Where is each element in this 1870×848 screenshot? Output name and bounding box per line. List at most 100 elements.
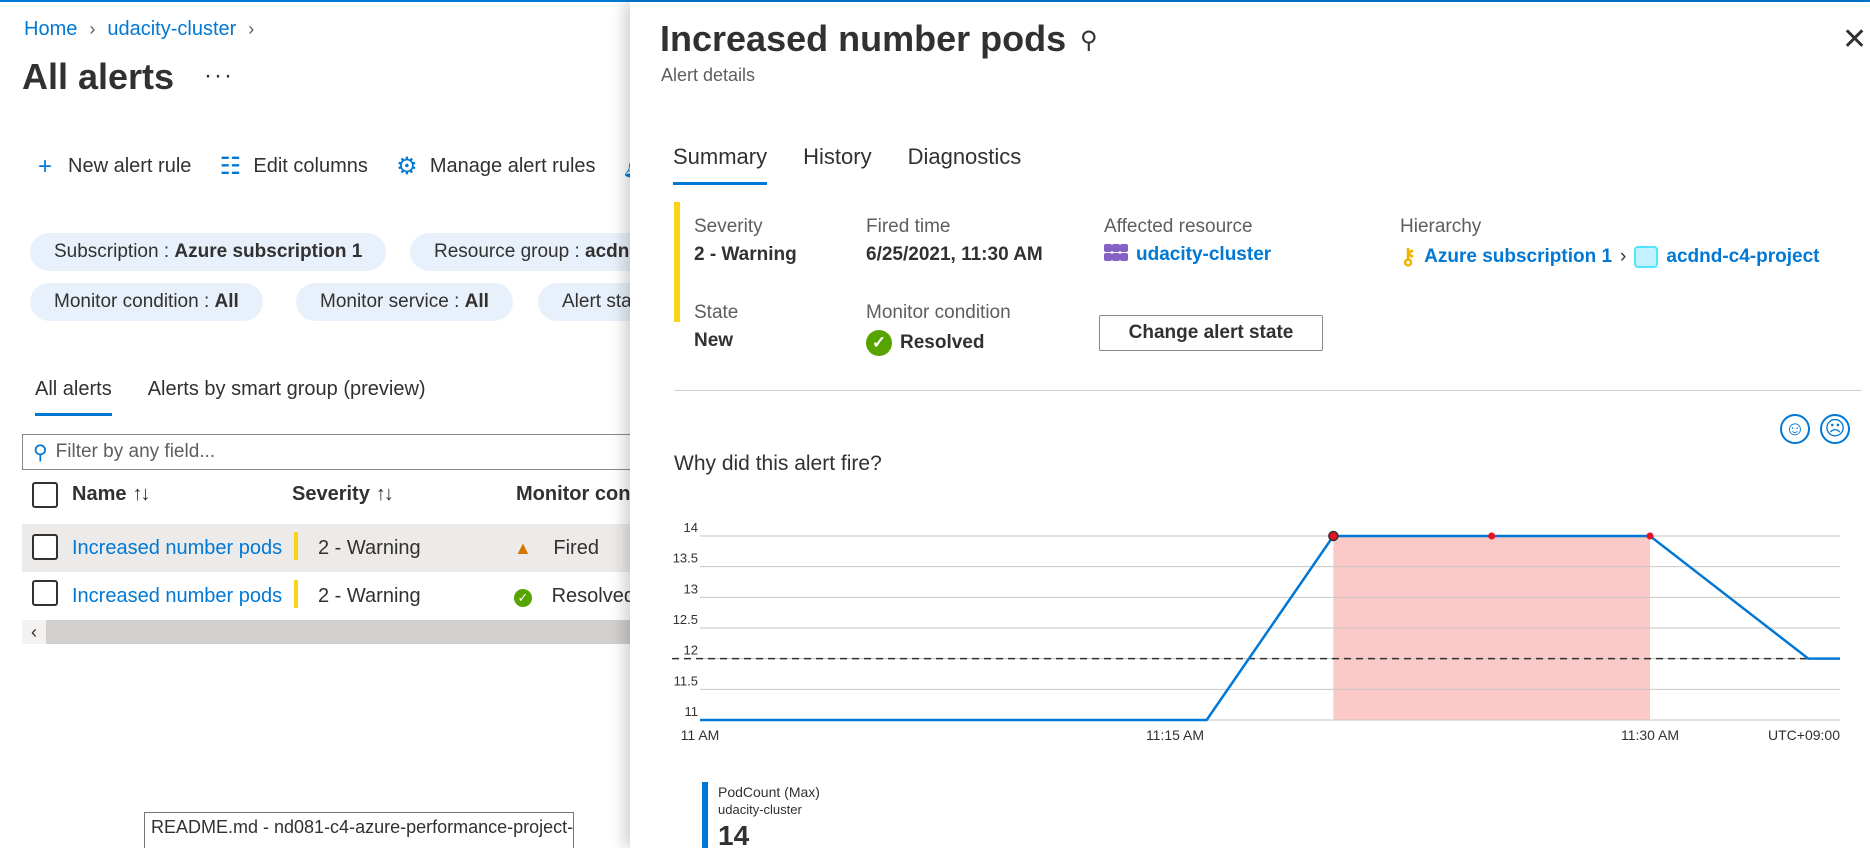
- table-header: Name ↑↓ Severity ↑↓ Monitor condition: [32, 480, 685, 512]
- chevron-right-icon: ›: [248, 19, 255, 39]
- row-checkbox[interactable]: [32, 534, 58, 560]
- monitor-condition-label: Monitor condition: [866, 302, 1011, 323]
- alerts-view-tabs: All alerts Alerts by smart group (previe…: [35, 378, 426, 416]
- timezone-label: UTC+09:00: [1768, 727, 1840, 743]
- hierarchy-path: ⚷ Azure subscription 1 › acdnd-c4-projec…: [1400, 244, 1819, 270]
- monitor-condition-filter-label: Monitor condition :: [54, 291, 215, 312]
- severity-text: 2 - Warning: [318, 537, 421, 559]
- column-header-severity[interactable]: Severity ↑↓: [292, 483, 394, 506]
- fired-time-label: Fired time: [866, 216, 951, 237]
- subscription-filter-pill[interactable]: Subscription : Azure subscription 1: [30, 233, 387, 271]
- breach-point: [1328, 530, 1339, 542]
- section-divider: [674, 390, 1862, 391]
- kubernetes-cluster-icon: [1104, 244, 1128, 266]
- subscription-filter-value: Azure subscription 1: [174, 241, 363, 262]
- x-tick-label: 11:15 AM: [1146, 727, 1204, 743]
- table-row[interactable]: Increased number pods 2 - Warning ✓ Reso…: [22, 572, 662, 620]
- severity-accent-bar: [674, 202, 680, 322]
- row-checkbox[interactable]: [32, 580, 58, 606]
- legend-current-value: 14: [718, 820, 750, 848]
- breadcrumb-home[interactable]: Home: [24, 18, 77, 41]
- hierarchy-resource-group-link[interactable]: acdnd-c4-project: [1666, 246, 1819, 268]
- smile-feedback-icon[interactable]: ☺: [1780, 414, 1810, 444]
- plus-icon: +: [37, 152, 52, 180]
- severity-indicator: [294, 532, 298, 560]
- monitor-condition-value-row: ✓ Resolved: [866, 330, 1011, 356]
- tab-diagnostics[interactable]: Diagnostics: [908, 144, 1022, 185]
- monitor-service-filter-pill[interactable]: Monitor service : All: [296, 283, 513, 321]
- check-circle-icon: ✓: [866, 330, 892, 356]
- tab-summary[interactable]: Summary: [673, 144, 768, 185]
- affected-resource-field: Affected resource udacity-cluster: [1104, 216, 1271, 266]
- key-icon: ⚷: [1400, 244, 1417, 269]
- breach-point: [1488, 532, 1496, 540]
- filter-placeholder: Filter by any field...: [55, 441, 216, 462]
- severity-field: Severity 2 - Warning: [694, 216, 797, 266]
- manage-alert-rules-button[interactable]: ⚙ Manage alert rules: [394, 152, 595, 181]
- severity-label: Severity: [694, 216, 763, 237]
- state-field: State New: [694, 302, 738, 352]
- x-tick-label: 11:30 AM: [1621, 727, 1679, 743]
- y-tick-label: 11.5: [674, 673, 698, 688]
- affected-resource-link[interactable]: udacity-cluster: [1104, 244, 1271, 266]
- column-header-name-label: Name: [72, 483, 127, 505]
- chevron-left-icon[interactable]: ‹: [22, 620, 46, 644]
- horizontal-scrollbar[interactable]: ‹: [22, 620, 662, 644]
- y-tick-label: 14: [684, 520, 698, 535]
- hierarchy-subscription-link[interactable]: Azure subscription 1: [1424, 246, 1612, 268]
- state-value: New: [694, 330, 734, 351]
- legend-metric-name: PodCount (Max): [718, 784, 820, 800]
- y-tick-label: 13.5: [673, 551, 698, 566]
- close-icon[interactable]: ✕: [1842, 22, 1867, 57]
- new-alert-rule-button[interactable]: + New alert rule: [32, 153, 191, 181]
- filter-input[interactable]: ⚲ Filter by any field...: [22, 434, 662, 470]
- change-alert-state-button[interactable]: Change alert state: [1099, 315, 1323, 351]
- panel-subtitle: Alert details: [661, 65, 756, 85]
- subscription-filter-label: Subscription :: [54, 241, 175, 262]
- legend-color-bar: [702, 782, 708, 848]
- breadcrumb: Home › udacity-cluster ›: [24, 18, 254, 41]
- affected-resource-value: udacity-cluster: [1136, 244, 1272, 265]
- warning-icon: ▲: [514, 538, 532, 558]
- hierarchy-field: Hierarchy ⚷ Azure subscription 1 › acdnd…: [1400, 216, 1819, 270]
- monitor-condition-text: Fired: [553, 537, 599, 559]
- breach-point: [1646, 532, 1654, 540]
- taskbar-tooltip: README.md - nd081-c4-azure-performance-p…: [144, 812, 574, 848]
- table-row[interactable]: Increased number pods 2 - Warning ▲ Fire…: [22, 524, 662, 572]
- columns-icon: ☷: [219, 153, 242, 180]
- monitor-condition-field: Monitor condition ✓ Resolved: [866, 302, 1011, 356]
- y-tick-label: 11: [685, 704, 699, 719]
- monitor-condition-filter-value: All: [214, 291, 239, 312]
- alert-metric-chart: 14 13.5 13 12.5 12 11.5 11 11 AM 11:15 AM 11:30 A…: [670, 520, 1840, 743]
- state-label: State: [694, 302, 739, 323]
- column-header-severity-label: Severity: [292, 483, 370, 505]
- monitor-condition-filter-pill[interactable]: Monitor condition : All: [30, 283, 263, 321]
- tab-smart-groups[interactable]: Alerts by smart group (preview): [148, 378, 426, 416]
- breadcrumb-cluster[interactable]: udacity-cluster: [107, 18, 236, 41]
- command-bar: + New alert rule ☷ Edit columns ⚙ Manage…: [32, 152, 674, 181]
- monitor-condition-cell: ▲ Fired: [514, 537, 599, 560]
- details-tabs: Summary History Diagnostics: [673, 144, 1021, 185]
- column-header-name[interactable]: Name ↑↓: [72, 483, 150, 506]
- monitor-service-filter-value: All: [464, 291, 489, 312]
- chevron-right-icon: ›: [89, 19, 96, 39]
- select-all-checkbox[interactable]: [32, 482, 58, 508]
- tab-all-alerts[interactable]: All alerts: [35, 378, 112, 416]
- severity-indicator: [294, 580, 298, 608]
- sort-icon[interactable]: ↑↓: [376, 483, 394, 505]
- alert-name-link[interactable]: Increased number pods: [72, 537, 282, 560]
- page-title: All alerts: [22, 56, 175, 97]
- frown-feedback-icon[interactable]: ☹: [1820, 414, 1850, 444]
- search-icon: ⚲: [33, 441, 48, 464]
- alert-name-link[interactable]: Increased number pods: [72, 585, 282, 608]
- check-circle-icon: ✓: [514, 589, 532, 607]
- pin-icon[interactable]: ⚲: [1080, 26, 1098, 55]
- edit-columns-button[interactable]: ☷ Edit columns: [217, 152, 368, 181]
- legend-resource-name: udacity-cluster: [718, 802, 802, 817]
- edit-columns-label: Edit columns: [253, 155, 368, 177]
- y-tick-label: 12: [684, 643, 698, 658]
- sort-icon[interactable]: ↑↓: [132, 483, 150, 505]
- why-fired-heading: Why did this alert fire?: [674, 452, 882, 475]
- tab-history[interactable]: History: [803, 144, 871, 185]
- more-options-icon[interactable]: ···: [204, 62, 234, 90]
